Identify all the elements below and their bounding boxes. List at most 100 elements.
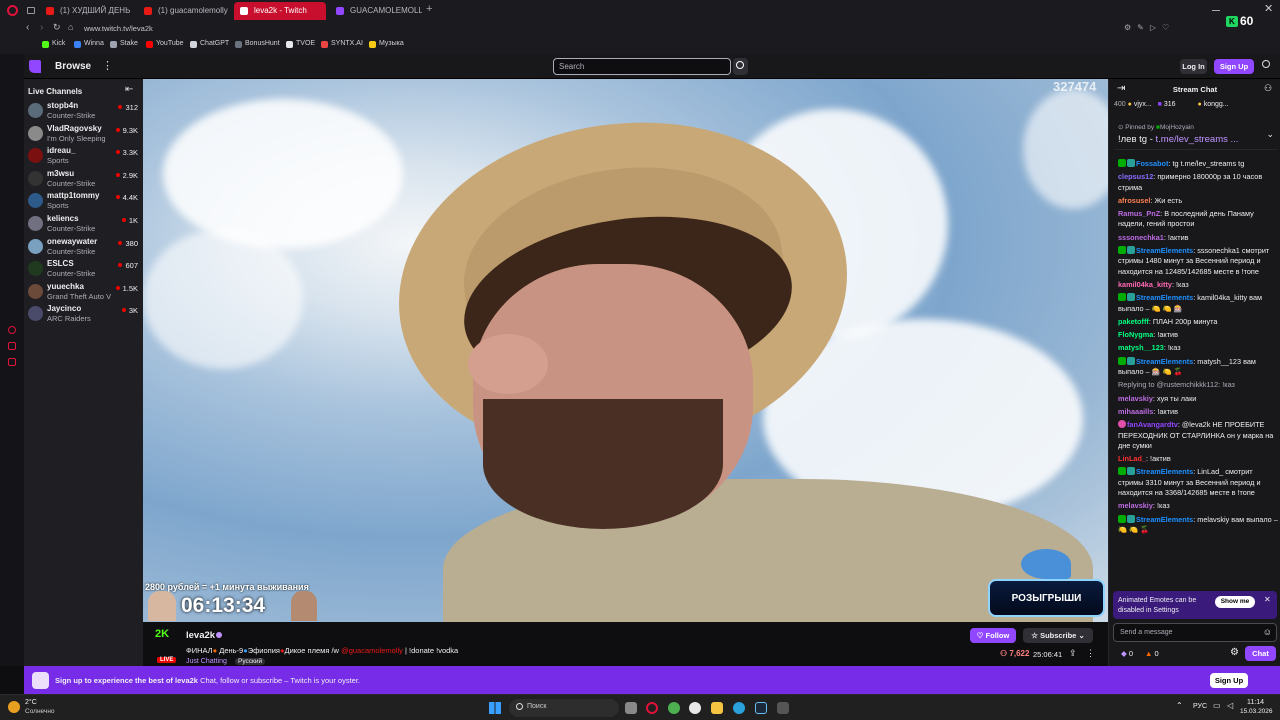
channel-name[interactable]: leva2k xyxy=(186,630,215,641)
banner-signup-button[interactable]: Sign Up xyxy=(1210,673,1248,688)
signup-button[interactable]: Sign Up xyxy=(1214,59,1254,74)
yandex-taskbar-icon[interactable] xyxy=(689,702,701,714)
bookmark-bonushunt[interactable]: BonusHunt xyxy=(235,40,280,48)
new-tab-icon[interactable]: + xyxy=(426,3,432,15)
clock-date[interactable]: 15.03.2026 xyxy=(1240,708,1273,715)
weather-icon[interactable] xyxy=(8,701,20,713)
bookmark-music[interactable]: Музыка xyxy=(369,40,404,48)
language-tag[interactable]: Русский xyxy=(235,658,266,665)
chat-username[interactable]: paketofff xyxy=(1118,317,1149,326)
chat-send-button[interactable]: Chat xyxy=(1245,646,1276,661)
explorer-taskbar-icon[interactable] xyxy=(711,702,723,714)
sidebar-messenger-icon[interactable] xyxy=(8,326,16,334)
leaderboard-name[interactable]: 316 xyxy=(1164,101,1176,108)
chat-settings-icon[interactable]: ⚙ xyxy=(1230,647,1239,658)
subscribe-button[interactable]: ☆ Subscribe ⌄ xyxy=(1023,628,1093,643)
chat-username[interactable]: StreamElements xyxy=(1136,293,1193,302)
extension-badge[interactable]: K xyxy=(1226,16,1238,27)
collapse-sidebar-icon[interactable]: ⇤ xyxy=(125,84,133,95)
chat-username[interactable]: Ramus_PnZ xyxy=(1118,209,1160,218)
users-icon[interactable]: ⚇ xyxy=(1264,83,1272,94)
pinned-link[interactable]: t.me/lev_streams ... xyxy=(1156,134,1239,145)
bits-balance[interactable]: ▲ 0 xyxy=(1145,649,1159,658)
window-minimize-icon[interactable] xyxy=(1212,10,1220,11)
opera-taskbar-icon[interactable] xyxy=(646,702,658,714)
giveaway-badge[interactable]: РОЗЫГРЫШИ xyxy=(988,579,1105,617)
channel-item[interactable]: stopb4n Counter-Strike 312 xyxy=(28,100,138,122)
chat-username[interactable]: fanAvangardtv xyxy=(1127,420,1178,429)
bookmark-syntx[interactable]: SYNTX.AI xyxy=(321,40,363,48)
tray-chevron-icon[interactable]: ⌃ xyxy=(1176,701,1183,710)
share-icon[interactable]: ⇪ xyxy=(1069,648,1077,659)
start-icon[interactable] xyxy=(489,702,501,714)
bookmark-tvoe[interactable]: TVOE xyxy=(286,40,315,48)
opera-logo-icon[interactable] xyxy=(7,5,18,16)
task-view-icon[interactable] xyxy=(625,702,637,714)
chat-username[interactable]: Fossabot xyxy=(1136,159,1168,168)
tab-2[interactable]: (1) guacamolemolly укус xyxy=(138,2,230,20)
browse-link[interactable]: Browse xyxy=(55,61,91,72)
tab-1[interactable]: (1) ХУДШИЙ ДЕНЬ в АФ xyxy=(40,2,132,20)
leaderboard-name[interactable]: vjyx... xyxy=(1134,101,1152,108)
show-me-button[interactable]: Show me xyxy=(1215,596,1255,608)
home-icon[interactable]: ⌂ xyxy=(68,22,73,32)
chat-username[interactable]: StreamElements xyxy=(1136,357,1193,366)
channel-item[interactable]: ESLCS Counter-Strike 607 xyxy=(28,258,138,280)
follow-button[interactable]: ♡ Follow xyxy=(970,628,1016,643)
url-field[interactable]: www.twitch.tv/leva2k xyxy=(84,24,153,33)
clock-time[interactable]: 11:14 xyxy=(1247,699,1264,706)
app-taskbar-icon[interactable] xyxy=(777,702,789,714)
bookmark-kick[interactable]: Kick xyxy=(42,40,65,48)
window-close-icon[interactable]: ✕ xyxy=(1264,2,1273,15)
category-link[interactable]: Just Chatting xyxy=(186,658,227,665)
leaderboard-name[interactable]: kongg... xyxy=(1204,101,1229,108)
pinned-message[interactable]: ⊙ Pinned by ■MojHozyain !лев tg - t.me/l… xyxy=(1114,120,1278,150)
chat-username[interactable]: melavskiy xyxy=(1118,394,1153,403)
video-player[interactable]: 327474 2800 рублей = +1 минута выживания… xyxy=(143,79,1108,622)
user-icon[interactable] xyxy=(1262,60,1270,68)
chat-username[interactable]: matysh__123 xyxy=(1118,343,1164,352)
chat-username[interactable]: StreamElements xyxy=(1136,515,1193,524)
title-mention[interactable]: @guacamolemolly xyxy=(341,646,403,655)
chat-username[interactable]: FloNygma xyxy=(1118,330,1153,339)
chat-username[interactable]: sssonechka1 xyxy=(1118,233,1164,242)
channel-item[interactable]: keliencs Counter-Strike 1K xyxy=(28,213,138,235)
back-icon[interactable]: ‹ xyxy=(26,22,29,33)
chrome-taskbar-icon[interactable] xyxy=(668,702,680,714)
channel-item[interactable]: Jaycinco ARC Raiders 3K xyxy=(28,303,138,325)
chat-username[interactable]: melavskiy xyxy=(1118,501,1153,510)
channel-item[interactable]: m3wsu Counter-Strike 2.9K xyxy=(28,168,138,190)
chat-username[interactable]: LinLad_ xyxy=(1118,454,1146,463)
tab-4[interactable]: GUACAMOLEMOLLY's Vi xyxy=(330,2,422,20)
channel-item[interactable]: mattp1tommy Sports 4.4K xyxy=(28,190,138,212)
channel-points[interactable]: ◆ 0 xyxy=(1121,649,1133,658)
channel-item[interactable]: VladRagovsky I'm Only Sleeping 9.3K xyxy=(28,123,138,145)
language-indicator[interactable]: РУС xyxy=(1193,703,1207,710)
emoji-icon[interactable]: ☺ xyxy=(1263,627,1272,637)
tab-menu-icon[interactable] xyxy=(27,7,35,14)
channel-avatar[interactable]: 2K xyxy=(155,628,177,650)
chat-username[interactable]: kamil04ka_kitty xyxy=(1118,280,1172,289)
chat-username[interactable]: mihaaaills xyxy=(1118,407,1153,416)
chevron-down-icon[interactable]: ⌄ xyxy=(1266,129,1274,140)
search-input[interactable]: Search xyxy=(553,58,731,75)
volume-icon[interactable]: ◁ xyxy=(1227,701,1233,710)
taskbar-search[interactable]: Поиск xyxy=(509,699,619,717)
channel-item[interactable]: onewaywater Counter-Strike 380 xyxy=(28,236,138,258)
chat-username[interactable]: StreamElements xyxy=(1136,246,1193,255)
tab-3[interactable]: leva2k - Twitch xyxy=(234,2,326,20)
close-icon[interactable]: ✕ xyxy=(1264,595,1271,604)
network-icon[interactable]: ▭ xyxy=(1213,701,1221,710)
twitch-logo-icon[interactable] xyxy=(29,60,41,73)
sidebar-downloads-icon[interactable] xyxy=(8,358,16,366)
chat-username[interactable]: clepsus12 xyxy=(1118,172,1153,181)
telegram-taskbar-icon[interactable] xyxy=(733,702,745,714)
bookmark-stake[interactable]: Stake xyxy=(110,40,138,48)
forward-icon[interactable]: › xyxy=(40,22,43,33)
bookmark-chatgpt[interactable]: ChatGPT xyxy=(190,40,229,48)
bookmark-youtube[interactable]: YouTube xyxy=(146,40,184,48)
channel-item[interactable]: idreau_ Sports 3.3K xyxy=(28,145,138,167)
login-button[interactable]: Log In xyxy=(1180,59,1207,74)
chat-username[interactable]: afrosusel xyxy=(1118,196,1150,205)
chat-input[interactable]: Send a message ☺ xyxy=(1113,623,1277,642)
